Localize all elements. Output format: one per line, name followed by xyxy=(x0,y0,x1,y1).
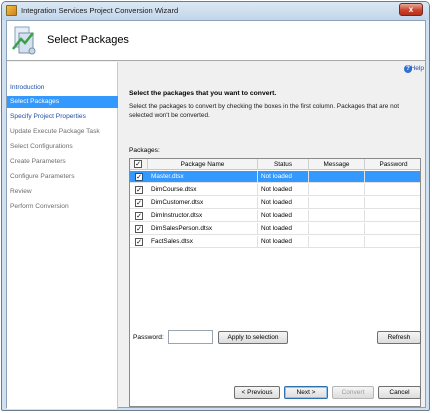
select-all-column: ✓ xyxy=(130,159,148,170)
select-all-checkbox[interactable]: ✓ xyxy=(134,160,142,168)
row-checkbox[interactable]: ✓ xyxy=(135,238,143,246)
window-title: Integration Services Project Conversion … xyxy=(21,6,179,15)
password-cell[interactable] xyxy=(365,223,422,235)
table-row[interactable]: ✓ FactSales.dtsx Not loaded xyxy=(130,236,420,248)
table-row[interactable]: ✓ DimInstructor.dtsx Not loaded xyxy=(130,210,420,222)
app-icon xyxy=(6,5,17,16)
package-name-cell: DimSalesPerson.dtsx xyxy=(148,223,258,235)
status-cell: Not loaded xyxy=(258,184,309,196)
message-cell xyxy=(309,171,365,183)
password-cell[interactable] xyxy=(365,184,422,196)
status-cell: Not loaded xyxy=(258,236,309,248)
packages-grid: ✓ Package Name Status Message Password ✓… xyxy=(129,158,421,407)
package-name-cell: DimCourse.dtsx xyxy=(148,184,258,196)
column-header-package-name[interactable]: Package Name xyxy=(148,159,258,170)
sidebar-item-introduction[interactable]: Introduction xyxy=(7,82,118,94)
convert-button: Convert xyxy=(332,386,374,399)
close-button[interactable]: x xyxy=(399,3,423,16)
status-cell: Not loaded xyxy=(258,223,309,235)
password-cell[interactable] xyxy=(365,236,422,248)
packages-grid-header: ✓ Package Name Status Message Password xyxy=(130,159,420,170)
row-checkbox[interactable]: ✓ xyxy=(135,212,143,220)
sidebar-item-review: Review xyxy=(10,188,32,195)
instructions-text: Select the packages to convert by checki… xyxy=(129,103,399,119)
row-checkbox[interactable]: ✓ xyxy=(135,173,143,181)
message-cell xyxy=(309,223,365,235)
column-header-status[interactable]: Status xyxy=(258,159,309,170)
sidebar-item-perform-conversion: Perform Conversion xyxy=(10,203,69,210)
help-link[interactable]: Help xyxy=(410,65,424,72)
message-cell xyxy=(309,184,365,196)
password-cell[interactable] xyxy=(365,197,422,209)
wizard-step-sidebar: Introduction Select Packages Specify Pro… xyxy=(7,62,118,409)
previous-button[interactable]: < Previous xyxy=(234,386,280,399)
table-row[interactable]: ✓ Master.dtsx Not loaded xyxy=(130,171,420,183)
package-name-cell: DimInstructor.dtsx xyxy=(148,210,258,222)
package-name-cell: DimCustomer.dtsx xyxy=(148,197,258,209)
sidebar-item-select-configurations: Select Configurations xyxy=(10,143,73,150)
cancel-button[interactable]: Cancel xyxy=(378,386,421,399)
password-field[interactable] xyxy=(168,330,213,344)
table-row[interactable]: ✓ DimCustomer.dtsx Not loaded xyxy=(130,197,420,209)
wizard-graphic-icon xyxy=(12,26,36,55)
next-button[interactable]: Next > xyxy=(284,386,328,399)
packages-label: Packages: xyxy=(129,147,160,154)
title-bar: Integration Services Project Conversion … xyxy=(2,2,429,20)
sidebar-item-update-execute-package-task: Update Execute Package Task xyxy=(10,128,100,135)
wizard-header: Select Packages xyxy=(7,21,425,61)
password-cell[interactable] xyxy=(365,171,422,183)
column-header-message[interactable]: Message xyxy=(309,159,365,170)
sidebar-item-create-parameters: Create Parameters xyxy=(10,158,66,165)
wizard-window: Integration Services Project Conversion … xyxy=(1,1,430,411)
message-cell xyxy=(309,197,365,209)
wizard-client-area: Select Packages Introduction Select Pack… xyxy=(6,20,426,409)
apply-to-selection-button[interactable]: Apply to selection xyxy=(218,331,288,344)
column-header-password[interactable]: Password xyxy=(365,159,422,170)
row-checkbox[interactable]: ✓ xyxy=(135,186,143,194)
password-label: Password: xyxy=(133,334,164,341)
row-checkbox[interactable]: ✓ xyxy=(135,199,143,207)
message-cell xyxy=(309,236,365,248)
package-name-cell: Master.dtsx xyxy=(148,171,258,183)
row-checkbox[interactable]: ✓ xyxy=(135,225,143,233)
sidebar-item-select-packages[interactable]: Select Packages xyxy=(7,96,118,108)
sidebar-item-configure-parameters: Configure Parameters xyxy=(10,173,75,180)
status-cell: Not loaded xyxy=(258,210,309,222)
status-cell: Not loaded xyxy=(258,171,309,183)
status-cell: Not loaded xyxy=(258,197,309,209)
refresh-button[interactable]: Refresh xyxy=(377,331,421,344)
table-row[interactable]: ✓ DimCourse.dtsx Not loaded xyxy=(130,184,420,196)
sidebar-item-specify-project-properties[interactable]: Specify Project Properties xyxy=(7,111,118,123)
page-title: Select Packages xyxy=(47,34,129,46)
wizard-content: ? Help Select the packages that you want… xyxy=(119,62,426,409)
message-cell xyxy=(309,210,365,222)
package-name-cell: FactSales.dtsx xyxy=(148,236,258,248)
instructions-title: Select the packages that you want to con… xyxy=(129,90,277,97)
password-cell[interactable] xyxy=(365,210,422,222)
table-row[interactable]: ✓ DimSalesPerson.dtsx Not loaded xyxy=(130,223,420,235)
